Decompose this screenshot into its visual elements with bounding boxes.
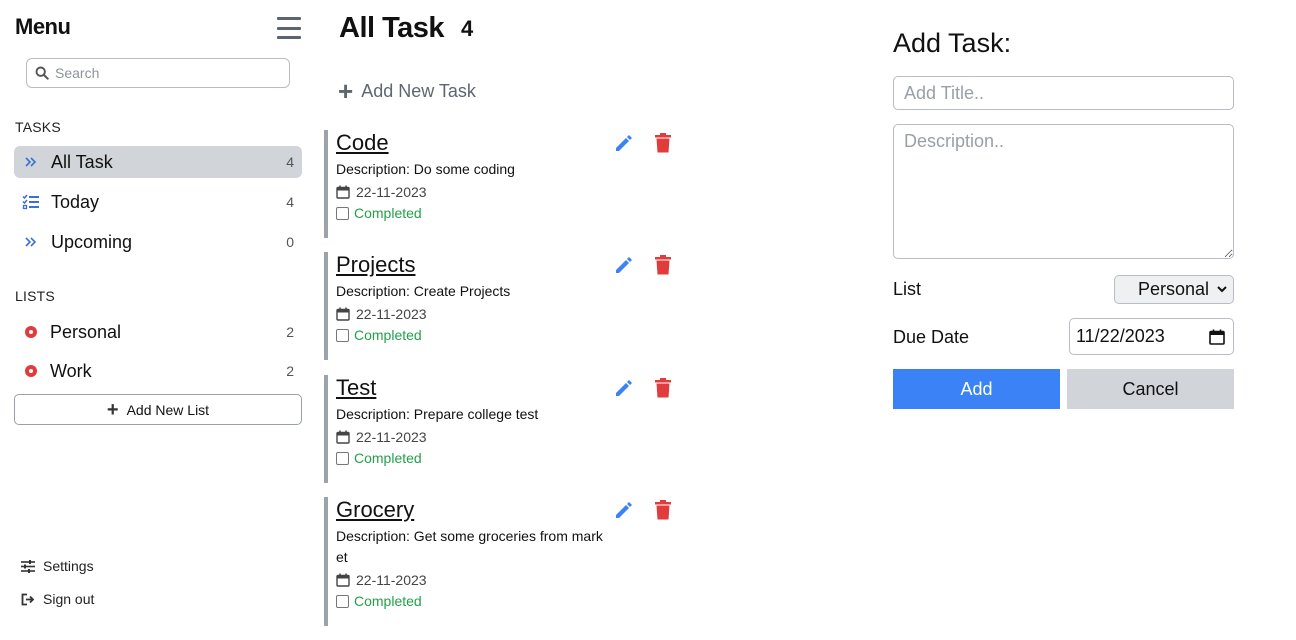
sidebar-item-today[interactable]: Today 4 [14,186,302,218]
calendar-icon[interactable] [1209,329,1225,345]
task-date: 22-11-2023 [336,569,674,590]
due-date-value: 11/22/2023 [1076,326,1165,346]
completed-label: Completed [354,450,422,466]
delete-trash-icon[interactable] [655,378,671,398]
calendar-icon [336,185,350,199]
calendar-icon [336,307,350,321]
task-date-text: 22-11-2023 [356,183,427,200]
sidebar-item-label: Today [51,191,100,212]
checklist-icon [22,193,40,211]
edit-pencil-icon[interactable] [614,133,634,153]
due-date-input[interactable]: 11/22/2023 [1069,318,1234,355]
sidebar-item-count: 4 [286,194,294,210]
sidebar-item-work[interactable]: Work 2 [14,355,302,387]
list-select[interactable]: Personal [1114,275,1234,304]
task-description: Description: Get some groceries from mar… [336,528,603,565]
add-new-task-label: Add New Task [361,80,476,101]
edit-pencil-icon[interactable] [614,378,634,398]
sidebar-item-count: 0 [286,234,294,250]
due-date-label: Due Date [893,327,970,347]
list-select-value: Personal [1137,279,1209,299]
task-date-text: 22-11-2023 [356,305,427,322]
task-date: 22-11-2023 [336,181,674,202]
sliders-icon [21,559,35,573]
sidebar-item-upcoming[interactable]: Upcoming 0 [14,226,302,258]
completed-checkbox[interactable] [336,594,349,608]
plus-icon: + [106,398,119,421]
add-new-list-label: Add New List [126,401,210,418]
task-card[interactable]: Test Description: Prepare college test 2… [324,375,674,483]
settings-link[interactable]: Settings [21,558,94,574]
delete-trash-icon[interactable] [655,133,671,153]
delete-trash-icon[interactable] [655,500,671,520]
delete-trash-icon[interactable] [655,255,671,275]
hamburger-menu-icon[interactable] [277,17,301,39]
completed-checkbox[interactable] [336,206,349,220]
sidebar-item-personal[interactable]: Personal 2 [14,316,302,348]
edit-pencil-icon[interactable] [614,500,634,520]
add-button[interactable]: Add [893,369,1060,409]
double-chevron-right-icon [22,153,40,171]
task-completed[interactable]: Completed [336,590,674,612]
task-date: 22-11-2023 [336,426,674,447]
add-new-task-button[interactable]: + Add New Task [338,78,476,104]
sign-out-icon [21,593,35,605]
chevron-down-icon [1217,286,1227,293]
task-date: 22-11-2023 [336,303,674,324]
page-title: All Task [339,12,445,44]
sidebar-item-label: Personal [50,321,122,342]
task-description: Description: Do some coding [336,161,515,177]
sidebar-item-count: 2 [286,363,294,379]
list-color-dot-icon [22,323,40,341]
task-card[interactable]: Projects Description: Create Projects 22… [324,252,674,360]
sign-out-label: Sign out [43,591,95,607]
sidebar-item-label: Upcoming [51,231,133,252]
add-new-list-button[interactable]: + Add New List [14,394,302,425]
task-card[interactable]: Code Description: Do some coding 22-11-2… [324,130,674,238]
sidebar-item-label: Work [50,360,92,381]
task-completed[interactable]: Completed [336,447,674,469]
list-color-dot-icon [22,362,40,380]
title-input[interactable] [893,76,1234,110]
list-label: List [893,279,922,299]
menu-title: Menu [15,14,71,39]
sidebar-item-all-task[interactable]: All Task 4 [14,146,302,178]
completed-label: Completed [354,593,422,609]
completed-label: Completed [354,205,422,221]
calendar-icon [336,573,350,587]
completed-checkbox[interactable] [336,451,349,465]
task-date-text: 22-11-2023 [356,571,427,588]
description-textarea[interactable] [893,124,1234,259]
task-completed[interactable]: Completed [336,324,674,346]
sign-out-link[interactable]: Sign out [21,591,94,607]
task-date-text: 22-11-2023 [356,428,427,445]
task-card[interactable]: Grocery Description: Get some groceries … [324,497,674,626]
sidebar-item-count: 2 [286,324,294,340]
search-input[interactable] [55,65,275,81]
task-description: Description: Create Projects [336,283,511,299]
task-completed[interactable]: Completed [336,202,674,224]
double-chevron-right-icon [22,233,40,251]
search-icon [35,66,49,80]
sidebar-item-count: 4 [286,154,294,170]
calendar-icon [336,430,350,444]
plus-icon: + [338,76,354,106]
search-box[interactable] [26,58,290,88]
edit-pencil-icon[interactable] [614,255,634,275]
cancel-button[interactable]: Cancel [1067,369,1234,409]
task-description: Description: Prepare college test [336,406,539,422]
sidebar: Menu TASKS All Task 4 Today 4 Upcoming 0… [0,0,316,640]
settings-label: Settings [43,558,94,574]
completed-label: Completed [354,327,422,343]
task-count: 4 [461,16,474,41]
form-title: Add Task: [893,28,1012,58]
tasks-section-label: TASKS [15,119,61,135]
lists-section-label: LISTS [15,288,55,304]
completed-checkbox[interactable] [336,328,349,342]
sidebar-item-label: All Task [51,151,113,172]
